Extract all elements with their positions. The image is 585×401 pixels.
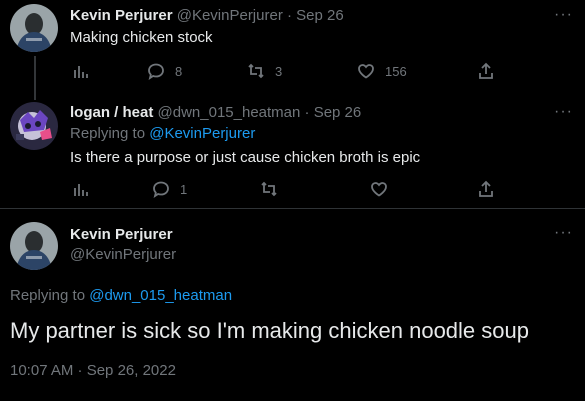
like-button[interactable] [370, 179, 388, 199]
replying-to-label: Replying to [10, 287, 90, 304]
reply-icon [148, 63, 164, 80]
analytics-icon [74, 66, 88, 78]
tweet-date[interactable]: Sep 26 [314, 104, 362, 121]
main-display-name[interactable]: Kevin Perjurer [70, 226, 173, 243]
replying-to-link[interactable]: @KevinPerjurer [149, 125, 255, 142]
analytics-button[interactable] [72, 179, 90, 199]
share-button[interactable] [477, 179, 495, 199]
more-icon[interactable]: ··· [554, 6, 573, 24]
display-name[interactable]: Kevin Perjurer [70, 7, 173, 24]
tweet-header: Kevin Perjurer @KevinPerjurer · Sep 26 [70, 7, 344, 24]
replying-to-link[interactable]: @dwn_015_heatman [89, 287, 232, 304]
retweet-button[interactable] [260, 179, 278, 199]
heart-icon [358, 64, 374, 79]
retweet-icon [248, 63, 264, 79]
avatar-kevin-main[interactable] [10, 222, 58, 270]
share-icon [479, 62, 493, 79]
handle[interactable]: @KevinPerjurer [177, 7, 283, 24]
avatar-kevin[interactable] [10, 4, 58, 52]
more-icon[interactable]: ··· [554, 224, 573, 242]
separator-dot: · [304, 104, 310, 121]
tweet-divider [0, 208, 585, 209]
reply-button[interactable]: 8 [147, 61, 182, 81]
replying-to: Replying to @dwn_015_heatman [10, 287, 232, 304]
heart-icon [371, 182, 387, 197]
separator-dot: · [287, 7, 292, 24]
reply-icon [153, 181, 169, 198]
handle[interactable]: @dwn_015_heatman [158, 104, 301, 121]
retweet-icon [261, 181, 277, 197]
replying-to-label: Replying to [70, 125, 150, 142]
retweet-count: 3 [275, 63, 283, 79]
display-name[interactable]: Kevin Perjurer [70, 226, 173, 243]
tweet-actions: 8 3 156 [72, 61, 512, 81]
thread-line [34, 56, 36, 100]
analytics-button[interactable] [72, 61, 90, 81]
reply-count: 1 [180, 181, 188, 197]
tweet-timestamp[interactable]: 10:07 AM · Sep 26, 2022 [10, 362, 176, 379]
main-handle[interactable]: @KevinPerjurer [70, 246, 176, 263]
retweet-button[interactable]: 3 [247, 61, 282, 81]
reply-count: 8 [175, 63, 183, 79]
share-button[interactable] [477, 61, 495, 81]
display-name[interactable]: logan / heat [70, 104, 153, 121]
tweet-date[interactable]: Sep 26 [296, 7, 344, 24]
share-icon [479, 180, 493, 197]
more-icon[interactable]: ··· [554, 103, 573, 121]
tweet-actions: 1 [72, 179, 512, 199]
main-tweet-text: My partner is sick so I'm making chicken… [10, 318, 529, 343]
replying-to: Replying to @KevinPerjurer [70, 125, 255, 142]
analytics-icon [74, 184, 88, 196]
tweet-text: Making chicken stock [70, 29, 213, 46]
like-button[interactable]: 156 [357, 61, 407, 81]
like-count: 156 [385, 63, 407, 79]
reply-button[interactable]: 1 [152, 179, 187, 199]
avatar-logan[interactable] [10, 102, 58, 150]
tweet-text: Is there a purpose or just cause chicken… [70, 149, 421, 166]
tweet-header: logan / heat @dwn_015_heatman · Sep 26 [70, 104, 361, 121]
